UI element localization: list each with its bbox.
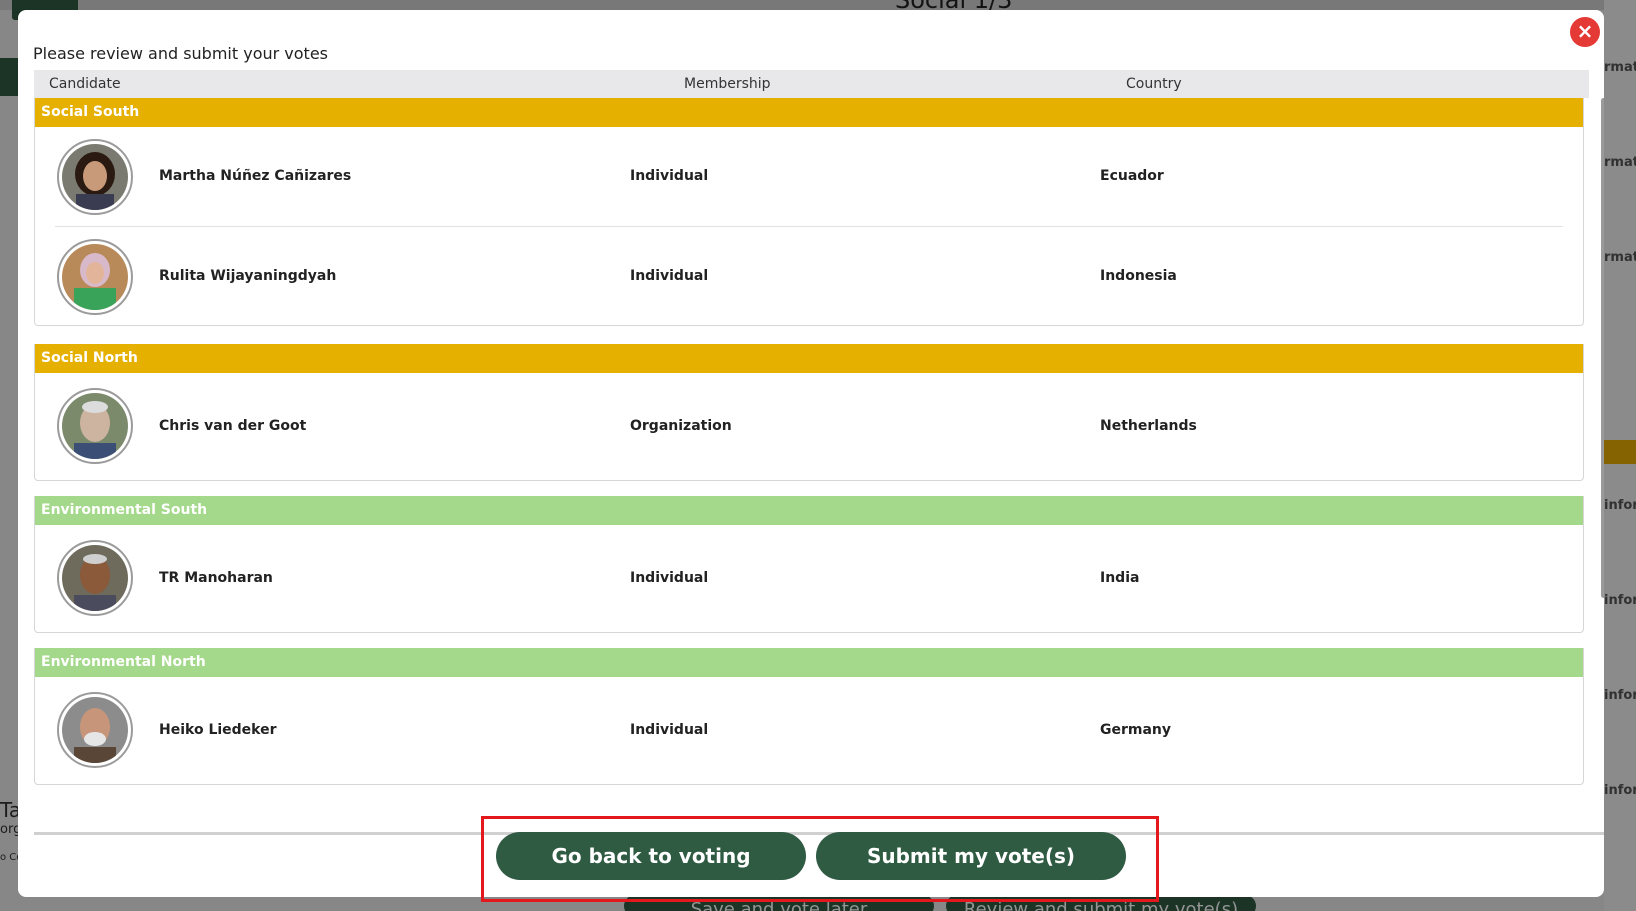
avatar: [57, 239, 133, 315]
column-header-country: Country: [1126, 76, 1182, 92]
candidate-row: Heiko Liedeker Individual Germany: [35, 677, 1583, 784]
candidate-row: Chris van der Goot Organization Netherla…: [35, 373, 1583, 480]
avatar: [57, 139, 133, 215]
candidate-country: Germany: [1100, 722, 1172, 738]
candidate-membership: Individual: [630, 570, 709, 586]
group-header: Social South: [35, 98, 1583, 127]
candidate-membership: Individual: [630, 722, 709, 738]
avatar: [57, 540, 133, 616]
avatar: [57, 692, 133, 768]
candidate-name: Martha Núñez Cañizares: [159, 168, 352, 184]
candidate-name: TR Manoharan: [159, 570, 273, 586]
candidate-row: TR Manoharan Individual India: [35, 525, 1583, 632]
group-header: Social North: [35, 344, 1583, 373]
group-social-north: Social North Chris van der Goot Organiza…: [34, 344, 1584, 481]
candidate-country: Indonesia: [1100, 268, 1177, 284]
column-header-candidate: Candidate: [49, 76, 121, 92]
group-environmental-south: Environmental South TR Manoharan Individ…: [34, 496, 1584, 633]
candidate-membership: Individual: [630, 168, 709, 184]
close-icon[interactable]: ×: [1570, 17, 1600, 47]
submit-votes-button[interactable]: Submit my vote(s): [816, 832, 1126, 880]
review-votes-modal: Please review and submit your votes × Ca…: [18, 10, 1604, 897]
candidate-country: Netherlands: [1100, 418, 1197, 434]
candidate-membership: Individual: [630, 268, 709, 284]
group-header: Environmental North: [35, 648, 1583, 677]
candidate-name: Rulita Wijayaningdyah: [159, 268, 337, 284]
candidate-name: Chris van der Goot: [159, 418, 307, 434]
modal-title: Please review and submit your votes: [33, 44, 328, 63]
group-environmental-north: Environmental North Heiko Liedeker Indiv…: [34, 648, 1584, 785]
candidate-name: Heiko Liedeker: [159, 722, 277, 738]
candidate-country: Ecuador: [1100, 168, 1164, 184]
candidate-row: Martha Núñez Cañizares Individual Ecuado…: [35, 127, 1583, 226]
avatar: [57, 388, 133, 464]
go-back-to-voting-button[interactable]: Go back to voting: [496, 832, 806, 880]
group-header: Environmental South: [35, 496, 1583, 525]
column-header-membership: Membership: [684, 76, 771, 92]
candidate-country: India: [1100, 570, 1140, 586]
votes-list[interactable]: Social South Martha Núñez Cañizares Indi…: [34, 98, 1604, 830]
scrollbar[interactable]: [1601, 98, 1604, 598]
group-social-south: Social South Martha Núñez Cañizares Indi…: [34, 98, 1584, 326]
candidate-membership: Organization: [630, 418, 732, 434]
candidate-row: Rulita Wijayaningdyah Individual Indones…: [55, 226, 1563, 325]
table-header: Candidate Membership Country: [34, 70, 1589, 98]
